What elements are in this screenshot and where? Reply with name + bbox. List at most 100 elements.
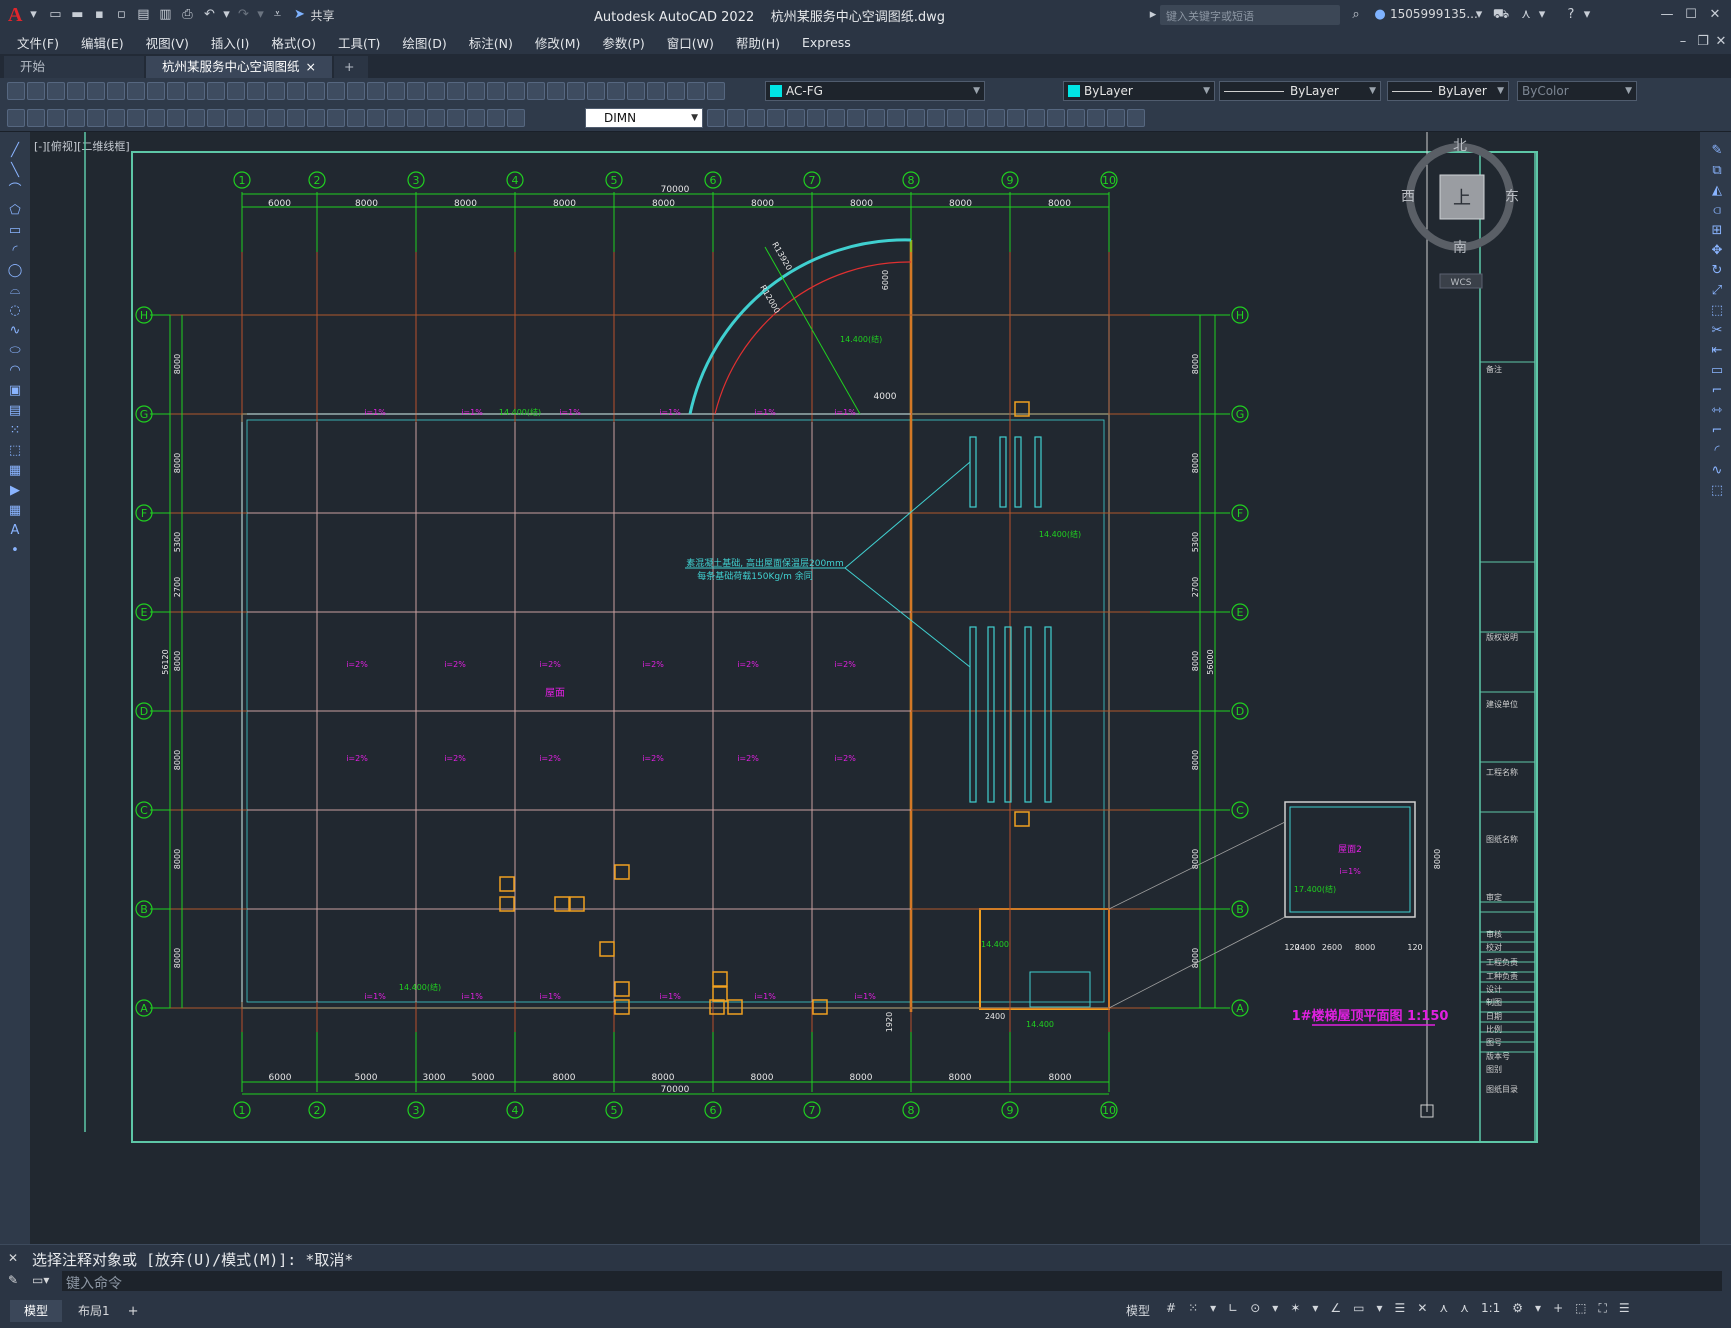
- user-icon[interactable]: ●: [1371, 6, 1389, 24]
- modify-tool-9-icon[interactable]: ⬚: [1706, 300, 1728, 322]
- modify-tool-13-icon[interactable]: ⌐: [1706, 380, 1728, 402]
- menu-window[interactable]: 窗口(W): [656, 33, 725, 52]
- dim-tool-21-icon[interactable]: [407, 108, 425, 127]
- tab-close-icon[interactable]: ×: [306, 56, 316, 78]
- status-extra-3-icon[interactable]: +: [1547, 1301, 1569, 1316]
- mod-tool-11-icon[interactable]: [907, 109, 925, 127]
- dim-tool-2-icon[interactable]: [27, 108, 45, 127]
- command-input[interactable]: 键入命令: [62, 1271, 1722, 1292]
- drawing-canvas[interactable]: [-][俯视][二维线框] 备注 版权说明 建设单位 工程名称 图纸名称 审定 审核 校对 工程…: [30, 132, 1700, 1244]
- menu-view[interactable]: 视图(V): [135, 33, 200, 52]
- status-toggle-6-icon[interactable]: ▾: [1266, 1301, 1284, 1316]
- doc-minimize-icon[interactable]: –: [1674, 33, 1692, 51]
- mod-tool-19-icon[interactable]: [1067, 109, 1085, 127]
- save-icon[interactable]: ▪: [90, 6, 108, 24]
- dim-tool-9-icon[interactable]: [167, 108, 185, 127]
- menu-parametric[interactable]: 参数(P): [591, 33, 655, 52]
- std-tool-19-icon[interactable]: [367, 82, 385, 100]
- std-tool-21-icon[interactable]: [407, 82, 425, 100]
- std-tool-32-icon[interactable]: [627, 82, 645, 100]
- std-tool-2-icon[interactable]: [27, 82, 45, 100]
- menu-edit[interactable]: 编辑(E): [70, 33, 135, 52]
- status-extra-2-icon[interactable]: ▾: [1529, 1301, 1547, 1316]
- std-tool-8-icon[interactable]: [147, 82, 165, 100]
- modify-tool-10-icon[interactable]: ✂: [1706, 320, 1728, 342]
- menu-tools[interactable]: 工具(T): [327, 33, 391, 52]
- dim-tool-10-icon[interactable]: [187, 108, 205, 127]
- dim-tool-12-icon[interactable]: [227, 108, 245, 127]
- modify-tool-15-icon[interactable]: ⌐: [1706, 420, 1728, 442]
- draw-tool-17-icon[interactable]: ▦: [4, 460, 26, 482]
- redo-icon[interactable]: ↷: [234, 6, 252, 24]
- a360-dropdown-icon[interactable]: ▾: [1537, 6, 1547, 24]
- undo-icon[interactable]: ↶: [200, 6, 218, 24]
- draw-tool-2-icon[interactable]: ╲: [4, 160, 26, 182]
- status-toggle-5-icon[interactable]: ⊙: [1244, 1301, 1266, 1316]
- modify-tool-1-icon[interactable]: ✎: [1706, 140, 1728, 162]
- new-tab-button[interactable]: +: [334, 56, 368, 78]
- draw-tool-21-icon[interactable]: •: [4, 540, 26, 562]
- std-tool-31-icon[interactable]: [607, 82, 625, 100]
- status-toggle-4-icon[interactable]: ∟: [1222, 1301, 1244, 1316]
- std-tool-29-icon[interactable]: [567, 82, 585, 100]
- mod-tool-13-icon[interactable]: [947, 109, 965, 127]
- add-layout-icon[interactable]: +: [128, 1304, 139, 1319]
- help-dropdown-icon[interactable]: ▾: [1582, 6, 1592, 24]
- dim-tool-17-icon[interactable]: [327, 108, 345, 127]
- std-tool-27-icon[interactable]: [527, 82, 545, 100]
- cmd-recent-icon[interactable]: ▭▾: [32, 1273, 49, 1287]
- status-toggle-3-icon[interactable]: ▾: [1204, 1301, 1222, 1316]
- dim-tool-16-icon[interactable]: [307, 108, 325, 127]
- std-tool-16-icon[interactable]: [307, 82, 325, 100]
- menu-help[interactable]: 帮助(H): [725, 33, 791, 52]
- save-as-icon[interactable]: ▫: [112, 6, 130, 24]
- draw-tool-13-icon[interactable]: ▣: [4, 380, 26, 402]
- search-expand-icon[interactable]: ▸: [1148, 6, 1158, 24]
- modify-tool-11-icon[interactable]: ⇤: [1706, 340, 1728, 362]
- status-toggle-2-icon[interactable]: ⁙: [1182, 1301, 1204, 1316]
- std-tool-15-icon[interactable]: [287, 82, 305, 100]
- mod-tool-21-icon[interactable]: [1107, 109, 1125, 127]
- model-space-button[interactable]: 模型: [1120, 1302, 1156, 1319]
- std-tool-3-icon[interactable]: [47, 82, 65, 100]
- std-tool-23-icon[interactable]: [447, 82, 465, 100]
- modify-tool-17-icon[interactable]: ∿: [1706, 460, 1728, 482]
- save-web-icon[interactable]: ▥: [156, 6, 174, 24]
- mod-tool-7-icon[interactable]: [827, 109, 845, 127]
- std-tool-13-icon[interactable]: [247, 82, 265, 100]
- a360-icon[interactable]: ⋏: [1517, 6, 1535, 24]
- dim-tool-15-icon[interactable]: [287, 108, 305, 127]
- status-toggle-10-icon[interactable]: ▭: [1347, 1301, 1370, 1316]
- modify-tool-3-icon[interactable]: ◭: [1706, 180, 1728, 202]
- draw-tool-11-icon[interactable]: ⬭: [4, 340, 26, 362]
- draw-tool-4-icon[interactable]: ⬠: [4, 200, 26, 222]
- std-tool-26-icon[interactable]: [507, 82, 525, 100]
- customize-qat-icon[interactable]: ⩡: [268, 6, 286, 24]
- std-tool-28-icon[interactable]: [547, 82, 565, 100]
- plot-icon[interactable]: ⎙: [178, 6, 196, 24]
- std-tool-10-icon[interactable]: [187, 82, 205, 100]
- mod-tool-18-icon[interactable]: [1047, 109, 1065, 127]
- std-tool-25-icon[interactable]: [487, 82, 505, 100]
- draw-tool-14-icon[interactable]: ▤: [4, 400, 26, 422]
- draw-tool-16-icon[interactable]: ⬚: [4, 440, 26, 462]
- status-toggle-13-icon[interactable]: ✕: [1411, 1301, 1433, 1316]
- std-tool-18-icon[interactable]: [347, 82, 365, 100]
- menu-format[interactable]: 格式(O): [260, 33, 327, 52]
- menu-file[interactable]: 文件(F): [6, 33, 70, 52]
- status-extra-4-icon[interactable]: ⬚: [1569, 1301, 1592, 1316]
- draw-tool-8-icon[interactable]: ⌓: [4, 280, 26, 302]
- dim-tool-22-icon[interactable]: [427, 108, 445, 127]
- std-tool-20-icon[interactable]: [387, 82, 405, 100]
- maximize-icon[interactable]: ☐: [1682, 6, 1700, 24]
- menu-insert[interactable]: 插入(I): [200, 33, 260, 52]
- dim-tool-13-icon[interactable]: [247, 108, 265, 127]
- dim-tool-24-icon[interactable]: [467, 108, 485, 127]
- redo-dropdown-icon[interactable]: ▾: [256, 6, 264, 24]
- std-tool-6-icon[interactable]: [107, 82, 125, 100]
- tab-model[interactable]: 模型: [10, 1300, 63, 1322]
- dim-tool-3-icon[interactable]: [47, 108, 65, 127]
- status-extra-5-icon[interactable]: ⛶: [1592, 1301, 1612, 1316]
- cmd-customize-icon[interactable]: ✎: [8, 1273, 18, 1287]
- new-file-icon[interactable]: ▭: [46, 6, 64, 24]
